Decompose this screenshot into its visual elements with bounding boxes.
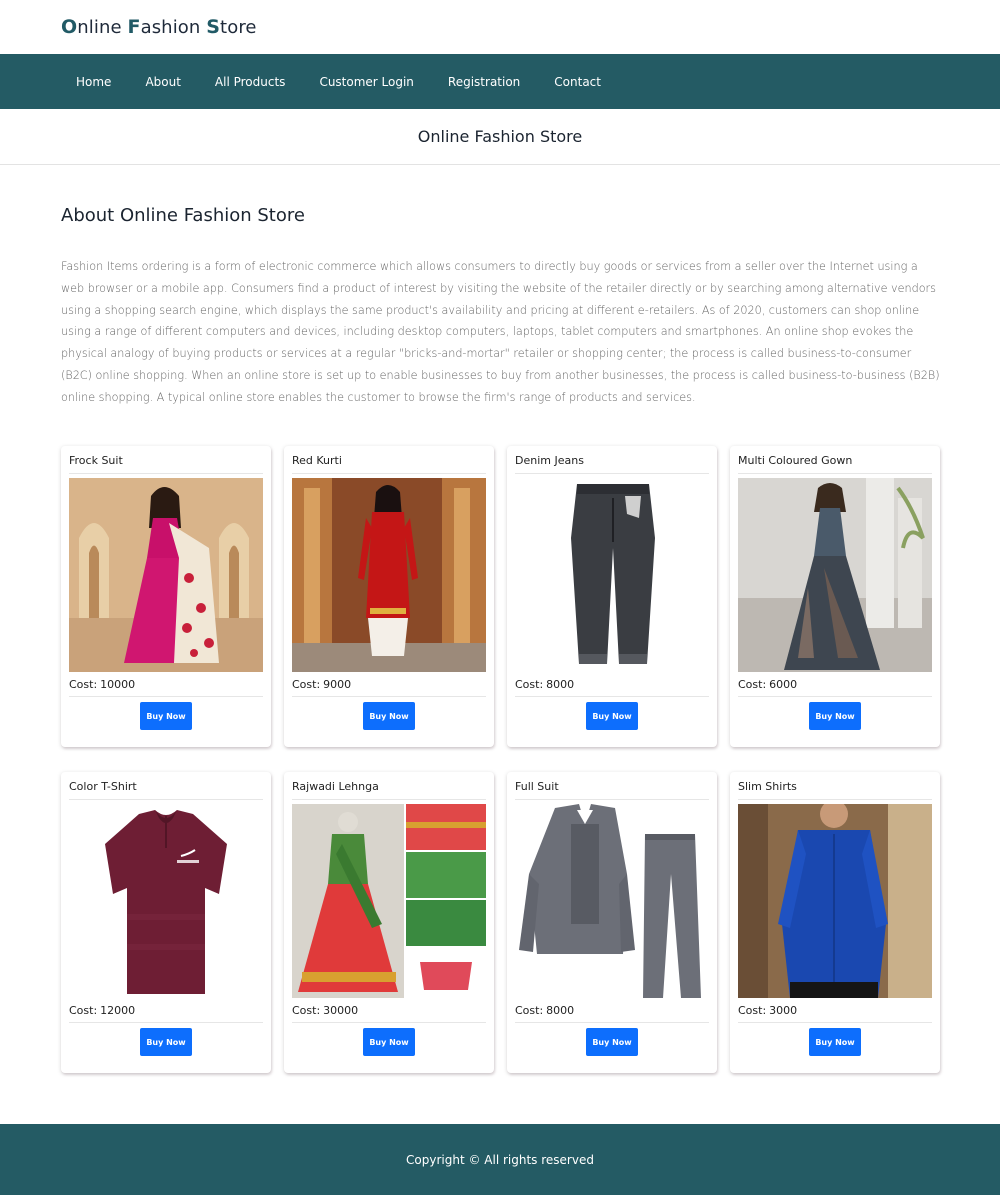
about-heading: About Online Fashion Store <box>61 205 305 226</box>
cost-label: Cost: <box>292 1004 321 1017</box>
product-cost: Cost: 3000 <box>738 1004 932 1023</box>
nav-contact[interactable]: Contact <box>537 75 618 89</box>
product-grid: Frock Suit Cost: 10000 Buy Now Red Kurti… <box>61 446 941 1073</box>
product-name: Denim Jeans <box>515 454 709 474</box>
copyright-text: Copyright © All rights reserved <box>406 1152 594 1167</box>
product-image[interactable] <box>515 478 709 672</box>
brand-text: tore <box>220 17 257 38</box>
cost-value: 3000 <box>769 1004 798 1017</box>
nav-about[interactable]: About <box>128 75 197 89</box>
product-cost: Cost: 10000 <box>69 678 263 697</box>
product-name: Red Kurti <box>292 454 486 474</box>
cost-value: 12000 <box>100 1004 136 1017</box>
about-section: About Online Fashion Store Fashion Items… <box>61 205 941 409</box>
cost-value: 30000 <box>323 1004 359 1017</box>
product-name: Slim Shirts <box>738 780 932 800</box>
site-header: Online Fashion Store <box>0 0 1000 54</box>
nav-home[interactable]: Home <box>59 75 128 89</box>
product-card: Rajwadi Lehnga Cost: 30000 Buy Now <box>284 772 494 1073</box>
product-cost: Cost: 30000 <box>292 1004 486 1023</box>
buy-now-button[interactable]: Buy Now <box>809 1028 861 1056</box>
page-banner: Online Fashion Store <box>0 109 1000 165</box>
brand-letter: S <box>206 16 221 38</box>
about-text: Fashion Items ordering is a form of elec… <box>61 260 940 404</box>
banner-title: Online Fashion Store <box>417 127 583 146</box>
brand-letter: O <box>61 16 78 38</box>
cost-value: 6000 <box>769 678 798 691</box>
buy-now-button[interactable]: Buy Now <box>140 702 192 730</box>
product-card: Denim Jeans Cost: 8000 Buy Now <box>507 446 717 747</box>
brand-text: ashion <box>140 17 207 38</box>
product-cost: Cost: 9000 <box>292 678 486 697</box>
site-footer: Copyright © All rights reserved <box>0 1124 1000 1195</box>
product-card: Color T-Shirt Cost: 12000 Buy Now <box>61 772 271 1073</box>
cost-label: Cost: <box>69 1004 98 1017</box>
product-name: Full Suit <box>515 780 709 800</box>
product-card: Multi Coloured Gown Cost: 6000 Buy Now <box>730 446 940 747</box>
cost-label: Cost: <box>515 678 544 691</box>
product-image[interactable] <box>292 804 486 998</box>
cost-value: 8000 <box>546 678 575 691</box>
product-name: Color T-Shirt <box>69 780 263 800</box>
product-image[interactable] <box>292 478 486 672</box>
cost-value: 9000 <box>323 678 352 691</box>
buy-now-button[interactable]: Buy Now <box>586 1028 638 1056</box>
cost-value: 10000 <box>100 678 136 691</box>
main-navigation: Home About All Products Customer Login R… <box>0 54 1000 109</box>
product-name: Frock Suit <box>69 454 263 474</box>
buy-now-button[interactable]: Buy Now <box>140 1028 192 1056</box>
product-cost: Cost: 12000 <box>69 1004 263 1023</box>
product-cost: Cost: 8000 <box>515 1004 709 1023</box>
nav-registration[interactable]: Registration <box>431 75 537 89</box>
product-image[interactable] <box>738 804 932 998</box>
cost-label: Cost: <box>292 678 321 691</box>
product-card: Slim Shirts Cost: 3000 Buy Now <box>730 772 940 1073</box>
site-logo[interactable]: Online Fashion Store <box>61 16 257 38</box>
product-card: Red Kurti Cost: 9000 Buy Now <box>284 446 494 747</box>
cost-label: Cost: <box>738 1004 767 1017</box>
nav-customer-login[interactable]: Customer Login <box>302 75 430 89</box>
brand-letter: F <box>127 16 141 38</box>
product-cost: Cost: 8000 <box>515 678 709 697</box>
cost-label: Cost: <box>738 678 767 691</box>
buy-now-button[interactable]: Buy Now <box>586 702 638 730</box>
buy-now-button[interactable]: Buy Now <box>809 702 861 730</box>
buy-now-button[interactable]: Buy Now <box>363 1028 415 1056</box>
product-card: Full Suit Cost: 8000 Buy Now <box>507 772 717 1073</box>
product-image[interactable] <box>738 478 932 672</box>
product-image[interactable] <box>69 804 263 998</box>
brand-text: nline <box>77 17 128 38</box>
product-image[interactable] <box>69 478 263 672</box>
cost-label: Cost: <box>69 678 98 691</box>
cost-value: 8000 <box>546 1004 575 1017</box>
cost-label: Cost: <box>515 1004 544 1017</box>
buy-now-button[interactable]: Buy Now <box>363 702 415 730</box>
product-name: Rajwadi Lehnga <box>292 780 486 800</box>
product-name: Multi Coloured Gown <box>738 454 932 474</box>
product-image[interactable] <box>515 804 709 998</box>
product-cost: Cost: 6000 <box>738 678 932 697</box>
nav-all-products[interactable]: All Products <box>198 75 303 89</box>
product-card: Frock Suit Cost: 10000 Buy Now <box>61 446 271 747</box>
